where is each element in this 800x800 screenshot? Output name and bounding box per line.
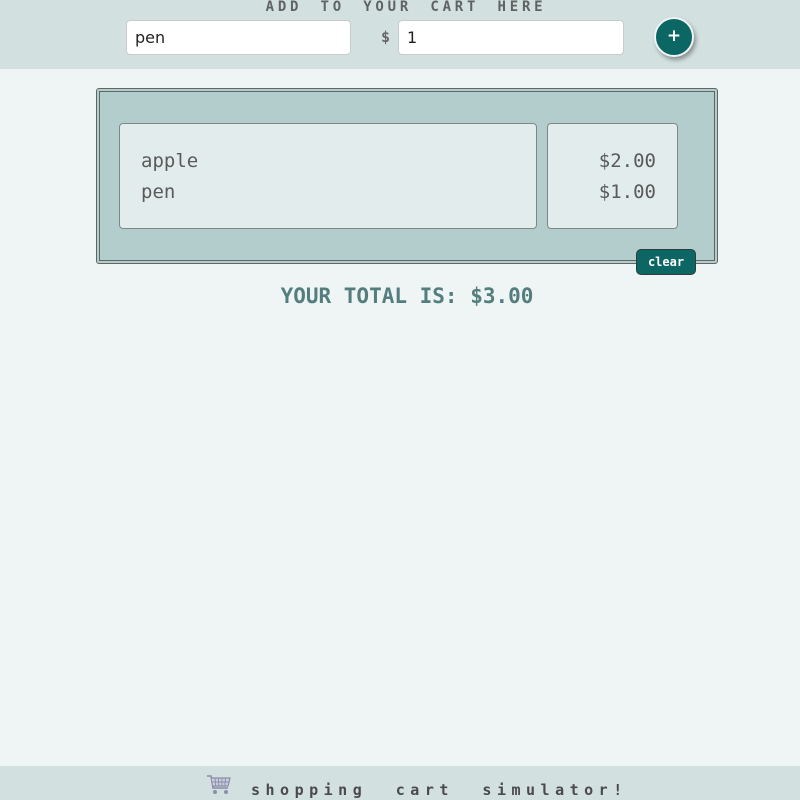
cart-item-name: apple bbox=[141, 150, 199, 172]
header-title: ADD TO YOUR CART HERE bbox=[265, 0, 547, 15]
footer-text: shopping cart simulator! bbox=[251, 781, 628, 799]
cart-item-price: $1.00 bbox=[598, 181, 656, 203]
item-name-input[interactable] bbox=[126, 20, 351, 55]
cart-item-price: $2.00 bbox=[598, 150, 656, 172]
cart-item-names-box: apple pen bbox=[119, 123, 537, 229]
cart-item-name: pen bbox=[141, 181, 176, 203]
cart-item-prices-box: $2.00 $1.00 bbox=[547, 123, 678, 229]
add-item-button[interactable]: + bbox=[654, 17, 694, 57]
shopping-cart-icon bbox=[207, 775, 231, 794]
price-input[interactable] bbox=[398, 20, 624, 55]
currency-symbol: $ bbox=[381, 28, 391, 46]
total-text: YOUR TOTAL IS: $3.00 bbox=[280, 284, 534, 308]
clear-button[interactable]: clear bbox=[636, 249, 696, 275]
